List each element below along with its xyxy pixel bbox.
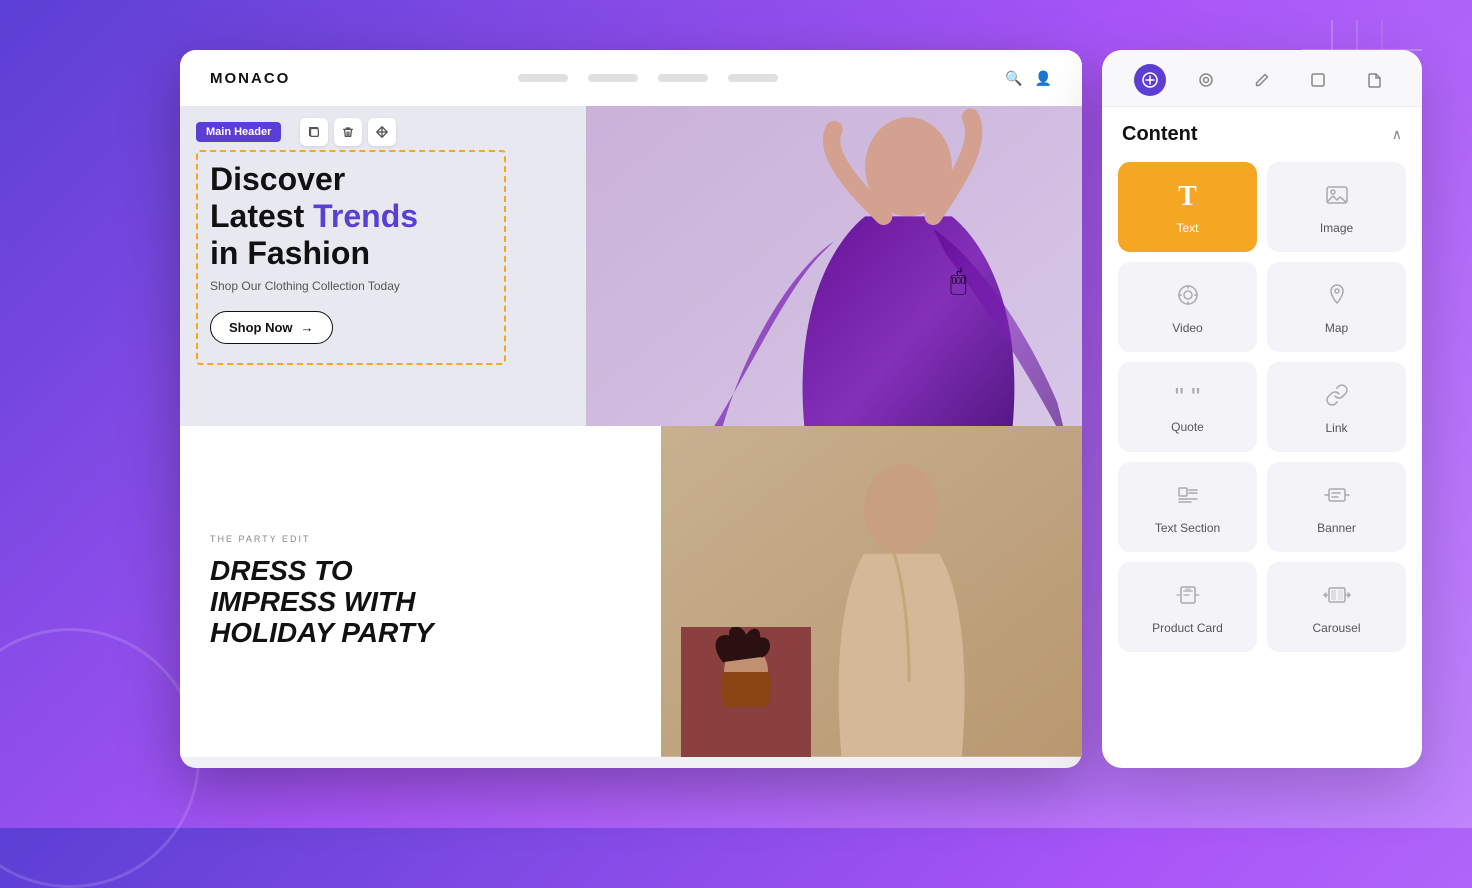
nav-bar: MONACO 🔍 👤	[180, 50, 1082, 106]
nav-link-3	[658, 74, 708, 82]
nav-link-2	[588, 74, 638, 82]
hero-title-line2: Latest	[210, 198, 313, 234]
panel-item-video-label: Video	[1172, 321, 1202, 335]
nav-link-4	[728, 74, 778, 82]
panel-item-banner[interactable]: Banner	[1267, 462, 1406, 552]
website-preview-card: MONACO 🔍 👤 Main Header	[180, 50, 1082, 768]
second-image-2	[681, 627, 811, 757]
banner-content-icon	[1322, 483, 1352, 511]
panel-collapse-button[interactable]: ∧	[1392, 126, 1402, 143]
second-category-label: THE PARTY EDIT	[210, 534, 631, 544]
second-title-line1: DRESS TO	[210, 556, 631, 587]
panel-item-image[interactable]: Image	[1267, 162, 1406, 252]
hero-figure-svg	[586, 106, 1082, 426]
tab-edit[interactable]	[1246, 64, 1278, 96]
bg-circle-bottom-left	[0, 628, 200, 888]
panel-item-map[interactable]: Map	[1267, 262, 1406, 352]
panel-grid: T Text Image	[1102, 154, 1422, 668]
nav-logo: MONACO	[210, 70, 290, 87]
shop-now-label: Shop Now	[229, 320, 293, 335]
text-section-content-icon	[1176, 483, 1200, 511]
image-content-icon	[1325, 183, 1349, 211]
panel-item-quote[interactable]: " " Quote	[1118, 362, 1257, 452]
hero-title-accent: Trends	[313, 198, 418, 234]
panel-item-text-section-label: Text Section	[1155, 521, 1220, 535]
move-button[interactable]	[368, 118, 396, 146]
user-icon[interactable]: 👤	[1035, 70, 1052, 87]
hero-image	[586, 106, 1082, 426]
link-content-icon	[1325, 383, 1349, 411]
main-container: MONACO 🔍 👤 Main Header	[180, 50, 1422, 768]
delete-button[interactable]	[334, 118, 362, 146]
hero-title-line1: Discover	[210, 161, 345, 197]
panel-content-title: Content	[1122, 123, 1198, 146]
panel-item-video[interactable]: Video	[1118, 262, 1257, 352]
nav-links	[518, 74, 778, 82]
panel-item-text[interactable]: T Text	[1118, 162, 1257, 252]
map-content-icon	[1325, 283, 1349, 311]
panel-tabs	[1102, 50, 1422, 107]
hero-toolbar	[300, 118, 396, 146]
second-image-2-svg	[681, 627, 811, 757]
carousel-content-icon	[1322, 583, 1352, 611]
panel-item-image-label: Image	[1320, 221, 1353, 235]
product-card-content-icon	[1173, 583, 1203, 611]
panel-item-carousel[interactable]: Carousel	[1267, 562, 1406, 652]
shop-now-button[interactable]: Shop Now →	[210, 311, 333, 344]
tab-layout[interactable]	[1302, 64, 1334, 96]
panel: Content ∧ T Text Image	[1102, 50, 1422, 768]
panel-content-header: Content ∧	[1102, 107, 1422, 154]
panel-item-link[interactable]: Link	[1267, 362, 1406, 452]
second-section-right	[661, 426, 1082, 757]
panel-item-product-card-label: Product Card	[1152, 621, 1223, 635]
second-section: THE PARTY EDIT DRESS TO IMPRESS WITH HOL…	[180, 426, 1082, 757]
second-title: DRESS TO IMPRESS WITH HOLIDAY PARTY	[210, 556, 631, 648]
nav-icons: 🔍 👤	[1005, 70, 1052, 87]
tab-add[interactable]	[1134, 64, 1166, 96]
copy-button[interactable]	[300, 118, 328, 146]
panel-item-carousel-label: Carousel	[1312, 621, 1360, 635]
panel-item-map-label: Map	[1325, 321, 1348, 335]
panel-item-link-label: Link	[1325, 421, 1347, 435]
second-title-line3: HOLIDAY PARTY	[210, 618, 631, 649]
panel-item-quote-label: Quote	[1171, 420, 1204, 434]
panel-item-text-label: Text	[1176, 221, 1198, 235]
hero-title: Discover Latest Trends in Fashion	[210, 161, 418, 271]
hero-section: Main Header	[180, 106, 1082, 426]
hero-subtitle: Shop Our Clothing Collection Today	[210, 279, 418, 293]
main-header-badge: Main Header	[196, 122, 281, 142]
search-icon[interactable]: 🔍	[1005, 70, 1022, 87]
nav-link-1	[518, 74, 568, 82]
panel-item-product-card[interactable]: Product Card	[1118, 562, 1257, 652]
hero-content: Discover Latest Trends in Fashion Shop O…	[210, 161, 418, 344]
second-section-left: THE PARTY EDIT DRESS TO IMPRESS WITH HOL…	[180, 426, 661, 757]
cta-arrow-icon: →	[301, 320, 314, 335]
panel-item-text-section[interactable]: Text Section	[1118, 462, 1257, 552]
video-content-icon	[1176, 283, 1200, 311]
hero-title-line3: in Fashion	[210, 235, 370, 271]
tab-layers[interactable]	[1190, 64, 1222, 96]
panel-item-banner-label: Banner	[1317, 521, 1356, 535]
quote-content-icon: " "	[1175, 384, 1201, 410]
second-title-line2: IMPRESS WITH	[210, 587, 631, 618]
tab-page[interactable]	[1358, 64, 1390, 96]
text-content-icon: T	[1178, 183, 1197, 211]
